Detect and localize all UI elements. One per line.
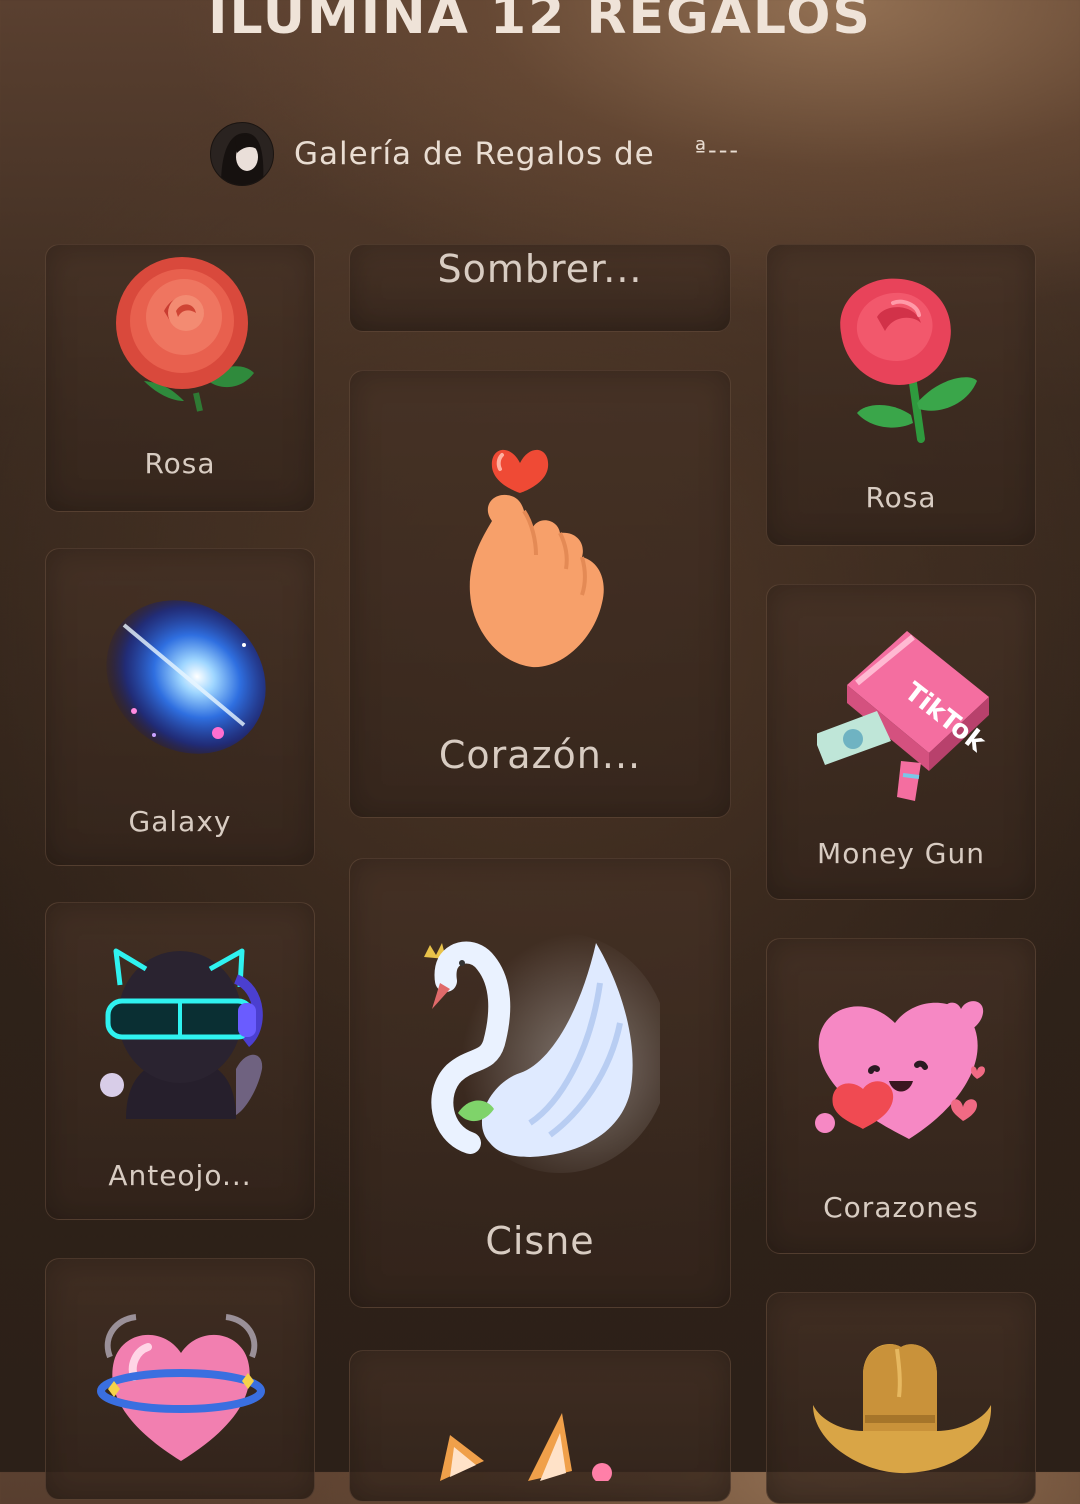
gift-card-anteojos[interactable]: Anteojo... bbox=[45, 902, 315, 1220]
gift-card-corazon[interactable]: Corazón... bbox=[349, 370, 731, 818]
gift-card-rosa-2[interactable]: Rosa bbox=[766, 244, 1036, 546]
cowboy-hat-icon bbox=[813, 1344, 992, 1474]
spinning-heart-icon bbox=[97, 1314, 265, 1461]
page-title: ILUMINA 12 REGALOS bbox=[208, 0, 872, 46]
swan-icon bbox=[424, 933, 660, 1173]
corgi-icon bbox=[440, 1413, 612, 1481]
gift-card-rosa[interactable]: Rosa bbox=[45, 244, 315, 512]
owner-name: ª--- bbox=[694, 136, 741, 164]
avatar[interactable] bbox=[210, 122, 274, 186]
gift-card-galaxy[interactable]: Galaxy bbox=[45, 548, 315, 866]
gift-label: Corazones bbox=[823, 1191, 979, 1224]
gift-card-sombrero-top[interactable]: Sombrer... bbox=[349, 244, 731, 332]
gift-label: Money Gun bbox=[817, 837, 985, 870]
galaxy-icon bbox=[106, 600, 266, 754]
finger-heart-icon bbox=[469, 449, 604, 668]
gift-card-cisne[interactable]: Cisne bbox=[349, 858, 731, 1308]
cat-glasses-icon bbox=[100, 948, 263, 1119]
pink-rose-icon bbox=[840, 278, 977, 443]
gift-card-corgi[interactable] bbox=[349, 1350, 731, 1502]
gift-card-corazones[interactable]: Corazones bbox=[766, 938, 1036, 1254]
gift-label: Rosa bbox=[865, 481, 937, 514]
gift-label: Cisne bbox=[485, 1219, 595, 1263]
gift-label: Anteojo... bbox=[108, 1159, 252, 1192]
money-gun-icon: TikTok bbox=[817, 631, 991, 801]
red-rose-icon bbox=[116, 257, 254, 412]
hearts-icon bbox=[815, 1001, 985, 1139]
gift-label: Galaxy bbox=[128, 805, 232, 838]
gift-card-money-gun[interactable]: TikTok Money Gun bbox=[766, 584, 1036, 900]
gallery-label: Galería de Regalos de bbox=[294, 136, 655, 172]
gift-card-heart[interactable] bbox=[45, 1258, 315, 1500]
gift-label: Rosa bbox=[144, 447, 216, 480]
gallery-owner[interactable]: Galería de Regalos de ª--- bbox=[210, 122, 740, 186]
gift-card-sombrero[interactable] bbox=[766, 1292, 1036, 1504]
gift-label: Corazón... bbox=[438, 733, 642, 777]
avatar-image bbox=[221, 133, 264, 185]
gift-label: Sombrer... bbox=[437, 247, 643, 291]
